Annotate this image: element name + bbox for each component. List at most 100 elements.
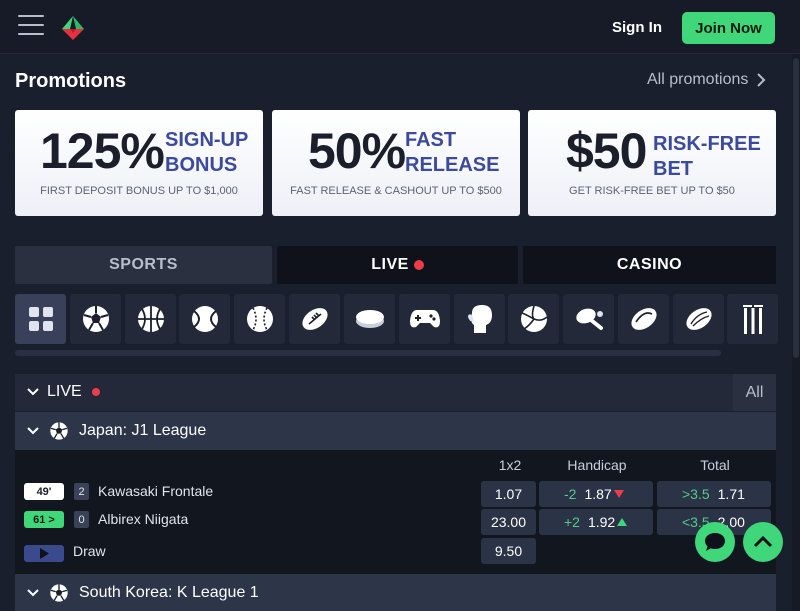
home-team-name: Kawasaki Frontale: [98, 483, 214, 499]
tab-casino[interactable]: CASINO: [523, 246, 776, 284]
total-line: >3.5: [682, 486, 710, 502]
chevron-down-icon: [27, 388, 39, 396]
promo-card-value: $50: [566, 123, 647, 179]
odd-home-1x2[interactable]: 1.07: [481, 481, 536, 507]
soccer-icon: [82, 306, 109, 332]
chat-button[interactable]: [695, 522, 735, 562]
menu-icon[interactable]: [18, 15, 44, 37]
sport-baseball-button[interactable]: [234, 294, 285, 344]
brand-logo[interactable]: [58, 12, 88, 42]
page-scrollbar-thumb[interactable]: [793, 58, 799, 358]
live-all-button[interactable]: All: [733, 374, 776, 411]
total-odd: 1.71: [717, 486, 745, 502]
chevron-down-icon: [27, 427, 39, 435]
league-name: Japan: J1 League: [79, 422, 207, 439]
aussie-rules-icon: [685, 308, 712, 330]
handicap-line: -2: [564, 486, 577, 502]
handicap-odd: 1.92: [587, 514, 616, 530]
league-name: South Korea: K League 1: [79, 584, 259, 601]
sport-hockey-button[interactable]: [344, 294, 395, 344]
boxing-glove-icon: [467, 305, 492, 333]
join-now-button[interactable]: Join Now: [682, 12, 775, 44]
baseball-icon: [246, 306, 273, 332]
rugby-icon: [630, 308, 657, 330]
live-section-header: LIVE All: [15, 374, 776, 411]
promo-card-value: 50%: [308, 123, 406, 179]
sport-volleyball-button[interactable]: [508, 294, 559, 344]
live-stream-button[interactable]: [24, 545, 64, 562]
promo-card-value: 125%: [40, 123, 165, 179]
scroll-to-top-button[interactable]: [743, 522, 783, 562]
promotions-title: Promotions: [15, 70, 127, 92]
live-collapse-toggle[interactable]: LIVE: [27, 383, 100, 401]
gamepad-icon: [409, 310, 440, 328]
promo-card-fast-release[interactable]: 50% FAST RELEASE FAST RELEASE & CASHOUT U…: [272, 110, 520, 216]
cricket-icon: [742, 305, 763, 334]
sport-tennis-button[interactable]: [179, 294, 230, 344]
promo-card-description: FIRST DEPOSIT BONUS UP TO $1,000: [40, 185, 238, 197]
handicap-line: +2: [564, 514, 580, 530]
sport-cricket-button[interactable]: [727, 294, 778, 344]
handicap-odd: 1.87: [584, 486, 612, 502]
sport-american-football-button[interactable]: [289, 294, 340, 344]
live-section-label: LIVE: [47, 383, 82, 400]
sport-basketball-button[interactable]: [125, 294, 176, 344]
odd-away-handicap[interactable]: +2 1.92: [539, 509, 653, 535]
sport-esports-button[interactable]: [399, 294, 450, 344]
ping-pong-icon: [575, 308, 603, 330]
match-markets-badge[interactable]: 61 >: [24, 511, 64, 528]
american-football-icon: [301, 308, 328, 330]
chevron-right-icon: [757, 73, 766, 87]
promo-card-headline: SIGN-UP BONUS: [165, 129, 249, 176]
odd-home-handicap[interactable]: -2 1.87: [539, 481, 653, 507]
play-icon: [40, 548, 49, 559]
promo-card-signup[interactable]: 125% SIGN-UP BONUS FIRST DEPOSIT BONUS UP…: [15, 110, 263, 216]
promo-card-description: GET RISK-FREE BET UP TO $50: [569, 185, 735, 197]
all-promotions-link[interactable]: All promotions: [647, 71, 766, 89]
chevron-up-icon: [753, 536, 773, 548]
odd-over[interactable]: >3.5 1.71: [657, 481, 771, 507]
soccer-icon: [50, 584, 68, 602]
sport-row-scrollbar[interactable]: [15, 350, 721, 356]
column-header-handicap: Handicap: [567, 457, 627, 473]
tennis-icon: [191, 306, 218, 332]
promo-card-risk-free[interactable]: $50 RISK-FREE BET GET RISK-FREE BET UP TO…: [528, 110, 776, 216]
all-promotions-label: All promotions: [647, 71, 749, 88]
league-header-k-league[interactable]: South Korea: K League 1: [15, 574, 776, 611]
match-time-badge: 49': [24, 483, 64, 500]
basketball-icon: [137, 306, 164, 332]
sport-rugby-button[interactable]: [618, 294, 669, 344]
odds-up-icon: [617, 518, 628, 526]
tab-sports[interactable]: SPORTS: [15, 246, 272, 284]
sport-soccer-button[interactable]: [70, 294, 121, 344]
draw-label: Draw: [73, 543, 106, 559]
promo-card-headline: RISK-FREE BET: [653, 133, 761, 180]
promo-card-description: FAST RELEASE & CASHOUT UP TO $500: [290, 185, 502, 197]
sport-boxing-button[interactable]: [454, 294, 505, 344]
live-indicator-dot: [91, 388, 100, 396]
tab-live[interactable]: LIVE: [277, 246, 518, 284]
home-score: 2: [74, 483, 89, 500]
tab-live-label: LIVE: [371, 256, 409, 273]
odd-draw-1x2[interactable]: 9.50: [481, 538, 536, 564]
sport-filter-row: [15, 294, 778, 344]
promo-card-headline: FAST RELEASE: [405, 129, 500, 176]
live-indicator-dot: [413, 260, 424, 270]
sport-aussie-rules-button[interactable]: [673, 294, 724, 344]
chat-bubble-icon: [705, 533, 725, 551]
grid-icon: [28, 307, 53, 331]
volleyball-icon: [520, 305, 548, 332]
column-header-1x2: 1x2: [498, 457, 522, 473]
match-card: 1x2 Handicap Total 49' 2 Kawasaki Fronta…: [15, 450, 776, 574]
chevron-down-icon: [27, 589, 39, 597]
column-header-total: Total: [700, 457, 730, 473]
sign-in-link[interactable]: Sign In: [612, 19, 662, 36]
soccer-icon: [50, 422, 68, 440]
top-header: Sign In Join Now: [0, 0, 800, 54]
sport-table-tennis-button[interactable]: [563, 294, 614, 344]
odd-away-1x2[interactable]: 23.00: [481, 509, 536, 535]
away-score: 0: [74, 511, 89, 528]
sport-all-button[interactable]: [15, 294, 66, 344]
away-team-name: Albirex Niigata: [98, 511, 189, 527]
league-header-j1[interactable]: Japan: J1 League: [15, 412, 776, 450]
